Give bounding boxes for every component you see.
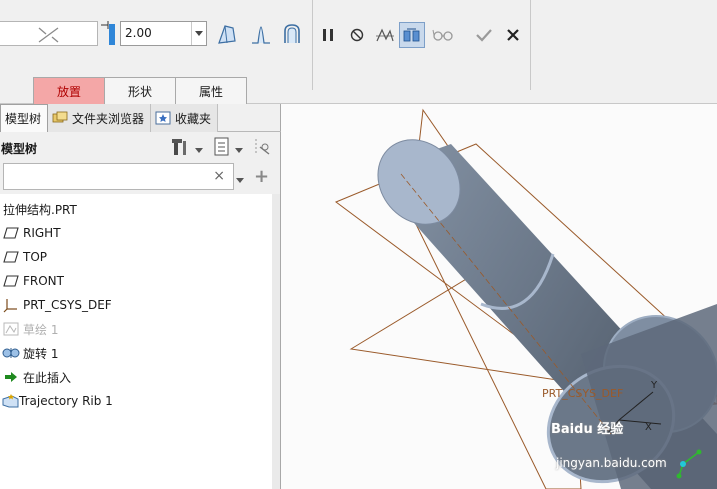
tab-favorites[interactable]: 收藏夹: [151, 104, 219, 132]
tab-model-tree[interactable]: 模型树: [0, 104, 49, 132]
tab-shape[interactable]: 形状: [104, 77, 176, 104]
geometry-preview-button[interactable]: [372, 22, 398, 48]
settings-tools-icon[interactable]: [171, 137, 191, 160]
model-tree-title: 模型树: [1, 141, 38, 156]
chevron-down-icon[interactable]: [191, 22, 206, 45]
tab-folder-browser-label: 文件夹浏览器: [72, 111, 145, 126]
dashboard: 2.00 放置 形状 属性: [0, 0, 717, 104]
toolbar-separator: [530, 0, 531, 90]
flip-thickness-icon: [38, 27, 59, 43]
pause-icon: [323, 29, 333, 41]
sketch-icon: [2, 320, 20, 338]
toolbar-separator: [312, 0, 313, 90]
tree-item-label: 草绘 1: [23, 322, 59, 337]
datum-plane-icon: [2, 272, 20, 290]
add-icon[interactable]: +: [254, 166, 269, 187]
revolve-icon: [2, 344, 20, 362]
watermark-url: jingyan.baidu.com: [556, 456, 667, 470]
close-icon: [507, 29, 519, 41]
model-view[interactable]: Y X: [281, 104, 717, 489]
dashboard-tabs: 放置 形状 属性: [33, 77, 247, 104]
pause-button[interactable]: [315, 22, 341, 48]
tree-item-label: FRONT: [23, 274, 64, 288]
watermark: Baidu 经验: [551, 422, 624, 437]
ok-button[interactable]: [471, 22, 497, 48]
navigator-panel: 模型树 文件夹浏览器 收藏夹 模型树 × + 拉伸结构.PRT RIGHT TO…: [0, 104, 281, 489]
axis-y-label: Y: [650, 380, 658, 391]
folder-browser-icon: [52, 110, 68, 126]
tree-item-front[interactable]: FRONT: [0, 270, 273, 292]
scrollbar[interactable]: [272, 194, 280, 489]
no-preview-button[interactable]: [344, 22, 370, 48]
rib-material-side-icon[interactable]: [214, 21, 238, 47]
navigator-tabs: 模型树 文件夹浏览器 收藏夹: [0, 104, 281, 132]
tree-item-csys[interactable]: PRT_CSYS_DEF: [0, 294, 273, 316]
chevron-down-icon[interactable]: [195, 142, 203, 156]
depth-value-combo[interactable]: 2.00: [120, 21, 207, 46]
model-tree-search[interactable]: ×: [3, 163, 234, 190]
geometry-preview-icon: [376, 28, 394, 42]
tree-item-label: 旋转 1: [23, 346, 59, 361]
datum-plane-icon: [2, 224, 20, 242]
tab-favorites-label: 收藏夹: [175, 111, 212, 126]
attach-preview-icon: [403, 28, 420, 42]
tree-item-label: 在此插入: [23, 370, 72, 385]
show-list-icon[interactable]: [213, 137, 231, 160]
csys-icon: [2, 296, 20, 314]
clear-search-icon[interactable]: ×: [213, 168, 225, 184]
tree-item-label: 拉伸结构.PRT: [3, 202, 77, 217]
datum-plane-icon: [2, 248, 20, 266]
glasses-verify-button[interactable]: [430, 22, 456, 48]
depth-indicator: [109, 24, 115, 45]
tree-item-label: Trajectory Rib 1: [19, 394, 113, 408]
no-preview-icon: [350, 28, 364, 42]
insert-here-icon: [2, 368, 20, 386]
trajectory-rib-icon: [2, 392, 20, 410]
tree-item-insert-here[interactable]: 在此插入: [0, 366, 273, 388]
glasses-icon: [432, 29, 453, 41]
favorites-icon: [155, 110, 171, 126]
tab-model-tree-label: 模型树: [5, 112, 42, 126]
chevron-down-icon[interactable]: [236, 172, 244, 186]
tab-placement[interactable]: 放置: [33, 77, 105, 104]
chevron-down-icon[interactable]: [235, 142, 243, 156]
tree-item-label: RIGHT: [23, 226, 61, 240]
attach-preview-button[interactable]: [399, 22, 425, 48]
cancel-button[interactable]: [500, 22, 526, 48]
search-input[interactable]: [8, 164, 208, 188]
tree-item-trajectory-rib[interactable]: Trajectory Rib 1: [0, 390, 273, 412]
rib-round-icon[interactable]: [280, 21, 304, 47]
filter-icon[interactable]: [253, 137, 271, 160]
tab-folder-browser[interactable]: 文件夹浏览器: [48, 104, 152, 132]
tab-properties[interactable]: 属性: [175, 77, 247, 104]
tree-item-label: TOP: [23, 250, 48, 264]
model-tree: 拉伸结构.PRT RIGHT TOP FRONT PRT_CSYS_DEF 草绘…: [0, 194, 273, 489]
tree-item-part[interactable]: 拉伸结构.PRT: [0, 198, 273, 220]
thickness-field[interactable]: [0, 21, 98, 46]
tree-item-label: PRT_CSYS_DEF: [23, 298, 112, 312]
axis-x-label: X: [645, 422, 652, 433]
revolved-shaft: [377, 139, 717, 489]
tree-item-revolve[interactable]: 旋转 1: [0, 342, 273, 364]
tree-item-sketch[interactable]: 草绘 1: [0, 318, 273, 340]
checkmark-icon: [476, 29, 492, 42]
graphics-window[interactable]: Y X PRT_CSYS_DEF Baidu 经验 jingyan.baidu.…: [281, 104, 717, 489]
csys-label: PRT_CSYS_DEF: [542, 387, 624, 400]
rib-profile-icon[interactable]: [249, 21, 273, 47]
depth-value[interactable]: 2.00: [121, 22, 191, 45]
model-tree-header: 模型树: [0, 134, 281, 162]
tree-item-right[interactable]: RIGHT: [0, 222, 273, 244]
tree-item-top[interactable]: TOP: [0, 246, 273, 268]
